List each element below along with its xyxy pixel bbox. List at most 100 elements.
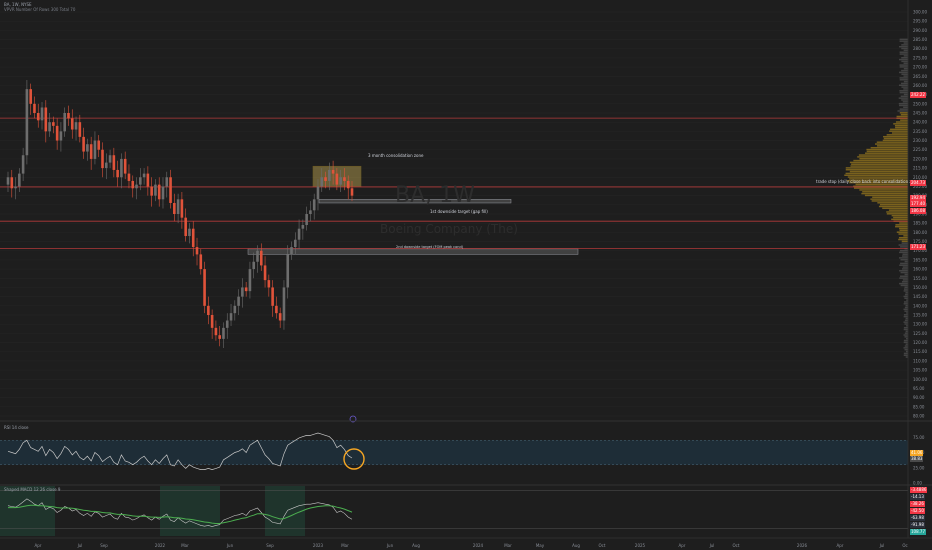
volume-bar bbox=[900, 95, 908, 98]
volume-bar bbox=[903, 88, 908, 90]
volume-bar bbox=[883, 137, 908, 140]
price-chart[interactable]: 300.00 295.00 290.00 285.00 280.00 275.00 270.… bbox=[0, 0, 932, 550]
candle-body bbox=[10, 177, 14, 189]
volume-bar bbox=[862, 191, 908, 193]
candle-body bbox=[67, 113, 70, 119]
volume-bar bbox=[859, 189, 908, 191]
volume-bar bbox=[899, 222, 908, 224]
annotation-consolidation: 3 month consolidation zone bbox=[368, 153, 424, 158]
x-tick-label: 2024 bbox=[473, 543, 484, 548]
y-tick-label: 95.00 bbox=[913, 386, 925, 391]
candle-body bbox=[293, 239, 297, 248]
volume-bar bbox=[901, 44, 908, 46]
candle-body bbox=[184, 217, 187, 237]
x-tick-label: Mar bbox=[504, 543, 512, 548]
x-tick-label: Apr bbox=[679, 543, 686, 548]
volume-bar bbox=[845, 169, 908, 171]
candle-body bbox=[233, 305, 237, 314]
candle-body bbox=[135, 184, 138, 189]
volume-bar bbox=[903, 301, 908, 303]
volume-bar bbox=[900, 284, 908, 287]
y-tick-label: 295.00 bbox=[913, 19, 927, 24]
volume-bar bbox=[901, 82, 908, 85]
indicator-header[interactable]: VPVR Number Of Rows 300 Total 70 bbox=[4, 7, 75, 12]
volume-bar bbox=[903, 315, 908, 318]
volume-bar bbox=[903, 314, 908, 316]
candle-body bbox=[142, 173, 146, 178]
y-tick-label: 230.00 bbox=[913, 138, 927, 143]
macd-tag: -3.4886 bbox=[910, 487, 928, 493]
volume-bar bbox=[904, 297, 908, 300]
candle-body bbox=[33, 103, 36, 113]
volume-bar bbox=[875, 143, 908, 145]
volume-bar bbox=[896, 115, 908, 118]
candle-body bbox=[176, 199, 180, 214]
candle-body bbox=[309, 210, 312, 214]
candle-body bbox=[18, 173, 21, 187]
volume-bar bbox=[851, 163, 908, 165]
price-tag: 177.40 bbox=[910, 201, 926, 207]
volume-bar bbox=[894, 124, 908, 127]
candle-body bbox=[29, 89, 32, 104]
volume-bar bbox=[901, 69, 908, 72]
candle-body bbox=[25, 89, 29, 156]
volume-bar bbox=[861, 192, 908, 195]
volume-bar bbox=[904, 273, 908, 276]
volume-bar bbox=[903, 326, 908, 329]
candle-body bbox=[188, 228, 191, 237]
y-tick-label: 135.00 bbox=[913, 313, 927, 318]
candle-body bbox=[157, 184, 161, 200]
volume-bar bbox=[900, 113, 908, 116]
candle-body bbox=[199, 254, 203, 270]
candle-body bbox=[180, 199, 184, 218]
volume-bar bbox=[897, 110, 908, 112]
candle-body bbox=[339, 177, 342, 185]
candle-body bbox=[252, 261, 256, 270]
volume-bar bbox=[899, 79, 908, 81]
candle-body bbox=[139, 177, 142, 185]
y-tick-label: 130.00 bbox=[913, 322, 927, 327]
volume-bar bbox=[899, 251, 908, 254]
volume-bar bbox=[903, 106, 908, 109]
y-tick-label: 160.00 bbox=[913, 267, 927, 272]
candle-body bbox=[70, 118, 74, 130]
candle-body bbox=[52, 122, 55, 126]
volume-bar bbox=[898, 244, 908, 246]
volume-bar bbox=[903, 62, 908, 64]
volume-bar bbox=[904, 336, 908, 338]
volume-bar bbox=[858, 154, 908, 156]
candle-body bbox=[343, 177, 346, 181]
volume-bar bbox=[876, 145, 908, 147]
y-tick-label: 290.00 bbox=[913, 28, 927, 33]
price-tag: 242.22 bbox=[910, 92, 926, 98]
volume-bar bbox=[899, 108, 908, 110]
candle-body bbox=[256, 250, 259, 262]
volume-bar bbox=[903, 295, 908, 298]
volume-bar bbox=[871, 200, 908, 202]
volume-bar bbox=[903, 352, 908, 355]
candle-body bbox=[36, 113, 40, 121]
volume-bar bbox=[898, 102, 908, 105]
volume-bar bbox=[859, 157, 908, 160]
candle-body bbox=[225, 320, 229, 328]
x-tick-label: 2025 bbox=[635, 543, 646, 548]
candle-body bbox=[203, 269, 206, 306]
volume-bar bbox=[903, 55, 908, 57]
candle-body bbox=[150, 186, 153, 196]
target2-zone bbox=[247, 248, 579, 255]
volume-bar bbox=[902, 253, 908, 255]
volume-bar bbox=[901, 99, 908, 101]
volume-bar bbox=[872, 196, 908, 199]
volume-bar bbox=[903, 235, 908, 237]
rsi-label[interactable]: RSI 14 close bbox=[4, 425, 28, 430]
macd-label[interactable]: Shaped MACD 12 26 close 9 bbox=[4, 487, 60, 492]
volume-bar bbox=[902, 255, 908, 257]
x-tick-label: Oct bbox=[733, 543, 740, 548]
candle-body bbox=[346, 180, 350, 189]
y-tick-label: 110.00 bbox=[913, 358, 927, 363]
volume-bar bbox=[899, 64, 908, 66]
candle-body bbox=[259, 250, 263, 266]
volume-bar bbox=[899, 45, 908, 48]
candle-body bbox=[108, 155, 112, 163]
candle-body bbox=[63, 113, 67, 132]
